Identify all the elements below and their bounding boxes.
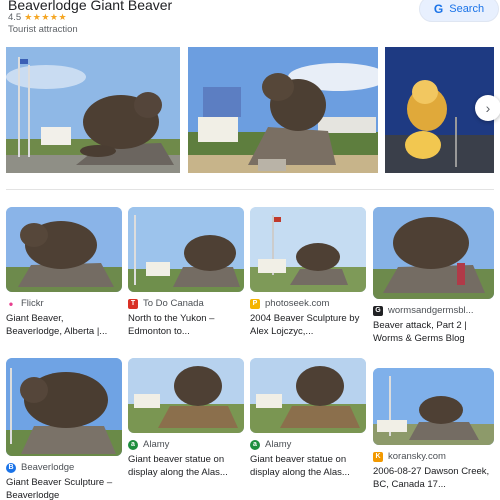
beaver-statue-photo: [128, 358, 244, 433]
result-caption[interactable]: Giant beaver statue on display along the…: [250, 453, 366, 479]
alamy-favicon-icon: a: [250, 439, 260, 450]
source-name: Beaverlodge: [21, 462, 75, 473]
star-rating-icon: ★★★★★: [24, 12, 68, 22]
image-result-card[interactable]: a Alamy Giant beaver statue on display a…: [128, 358, 244, 479]
photoseek-favicon-icon: P: [250, 298, 260, 309]
source-name: photoseek.com: [265, 298, 330, 309]
rating-value: 4.5: [8, 12, 22, 23]
result-caption[interactable]: 2004 Beaver Sculpture by Alex Lojczyc,..…: [250, 312, 366, 338]
knowledge-panel-header: Beaverlodge Giant Beaver 4.5 ★★★★★ Touri…: [0, 0, 500, 40]
result-source[interactable]: G wormsandgermsbl...: [373, 305, 494, 316]
result-thumbnail[interactable]: [373, 368, 494, 445]
source-name: wormsandgermsbl...: [388, 305, 474, 316]
result-source[interactable]: B Beaverlodge: [6, 462, 122, 473]
result-thumbnail[interactable]: [6, 207, 122, 292]
carousel-next-button[interactable]: ›: [475, 95, 500, 121]
result-thumbnail[interactable]: [6, 358, 122, 456]
todocanada-favicon-icon: T: [128, 298, 138, 309]
beaverlodge-favicon-icon: B: [6, 462, 16, 473]
beaver-statue-photo: [250, 207, 366, 292]
result-caption[interactable]: 2006-08-27 Dawson Creek, BC, Canada 17..…: [373, 465, 494, 491]
result-thumbnail[interactable]: [250, 358, 366, 433]
image-result-card[interactable]: P photoseek.com 2004 Beaver Sculpture by…: [250, 207, 366, 338]
place-category: Tourist attraction: [8, 24, 78, 35]
image-result-card[interactable]: a Alamy Giant beaver statue on display a…: [250, 358, 366, 479]
result-source[interactable]: a Alamy: [250, 439, 366, 450]
beaver-statue-photo: [6, 358, 122, 456]
result-source[interactable]: • Flickr: [6, 296, 122, 311]
result-caption[interactable]: Giant Beaver, Beaverlodge, Alberta |...: [6, 312, 122, 338]
search-button[interactable]: G Search: [419, 0, 499, 22]
result-thumbnail[interactable]: [373, 207, 494, 299]
image-result-card[interactable]: G wormsandgermsbl... Beaver attack, Part…: [373, 207, 494, 345]
source-name: To Do Canada: [143, 298, 204, 309]
result-caption[interactable]: Giant Beaver Sculpture – Beaverlodge: [6, 476, 122, 500]
result-thumbnail[interactable]: [128, 207, 244, 292]
result-thumbnail[interactable]: [250, 207, 366, 292]
source-name: Alamy: [143, 439, 170, 450]
image-result-card[interactable]: • Flickr Giant Beaver, Beaverlodge, Albe…: [6, 207, 122, 338]
source-name: koransky.com: [388, 451, 446, 462]
carousel-photo-1[interactable]: [6, 47, 180, 173]
beaver-statue-photo: [188, 47, 378, 173]
beaver-statue-photo: [373, 368, 494, 445]
beaver-statue-photo: [373, 207, 494, 299]
koransky-favicon-icon: K: [373, 451, 383, 462]
result-source[interactable]: a Alamy: [128, 439, 244, 450]
image-result-card[interactable]: K koransky.com 2006-08-27 Dawson Creek, …: [373, 368, 494, 491]
beaver-statue-photo: [6, 47, 180, 173]
blogger-favicon-icon: G: [373, 305, 383, 316]
result-source[interactable]: P photoseek.com: [250, 298, 366, 309]
result-caption[interactable]: Giant beaver statue on display along the…: [128, 453, 244, 479]
chevron-right-icon: ›: [485, 100, 491, 116]
rating-row: 4.5 ★★★★★: [8, 12, 67, 23]
flickr-favicon-icon: •: [8, 296, 14, 311]
search-button-label: Search: [449, 3, 485, 15]
beaver-statue-photo: [6, 207, 122, 292]
result-source[interactable]: K koransky.com: [373, 451, 494, 462]
google-logo-icon: G: [433, 2, 444, 16]
source-name: Flickr: [21, 298, 44, 309]
result-thumbnail[interactable]: [128, 358, 244, 433]
beaver-statue-photo: [250, 358, 366, 433]
result-source[interactable]: T To Do Canada: [128, 298, 244, 309]
section-divider: [6, 189, 494, 190]
carousel-photo-2[interactable]: [188, 47, 378, 173]
beaver-statue-photo: [128, 207, 244, 292]
image-result-card[interactable]: B Beaverlodge Giant Beaver Sculpture – B…: [6, 358, 122, 500]
source-name: Alamy: [265, 439, 292, 450]
image-result-card[interactable]: T To Do Canada North to the Yukon – Edmo…: [128, 207, 244, 338]
result-caption[interactable]: Beaver attack, Part 2 | Worms & Germs Bl…: [373, 319, 494, 345]
alamy-favicon-icon: a: [128, 439, 138, 450]
result-caption[interactable]: North to the Yukon – Edmonton to...: [128, 312, 244, 338]
